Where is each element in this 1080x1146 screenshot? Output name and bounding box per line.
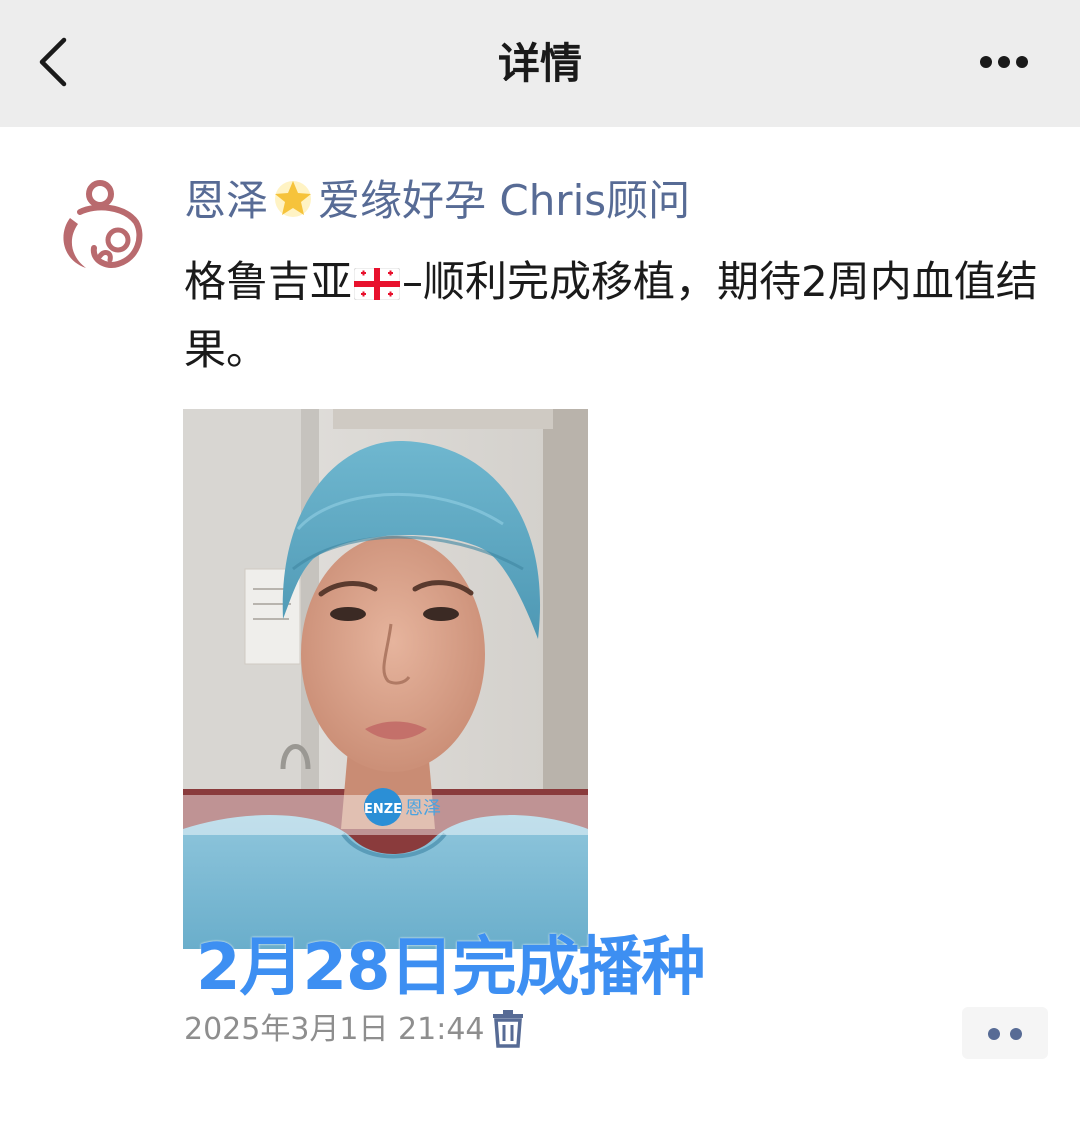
- watermark-logo-text: ENZE: [364, 802, 402, 817]
- mother-baby-logo-icon: [63, 180, 143, 268]
- post-photo[interactable]: ENZE 恩泽: [183, 409, 588, 949]
- post-timestamp: 2025年3月1日 21:44: [184, 1012, 485, 1047]
- dot-icon: [988, 1028, 1000, 1040]
- more-options-icon[interactable]: [964, 44, 1044, 80]
- author-avatar[interactable]: [40, 160, 160, 280]
- top-navbar: 详情: [0, 0, 1080, 127]
- post-text-part1: 格鲁吉亚: [184, 257, 353, 306]
- glowing-star-icon: [275, 181, 312, 217]
- author-name[interactable]: 恩泽 爱缘好孕 Chris顾问: [184, 172, 690, 230]
- author-name-part1: 恩泽: [184, 176, 269, 225]
- author-name-part2: 爱缘好孕 Chris顾问: [318, 176, 691, 225]
- image-caption: 2月28日完成播种: [196, 931, 706, 1005]
- trash-icon[interactable]: [490, 1010, 526, 1048]
- dot-icon: [1010, 1028, 1022, 1040]
- georgia-flag-icon: [354, 268, 401, 300]
- patient-photo-image: ENZE 恩泽: [183, 409, 588, 949]
- watermark-text: 恩泽: [405, 798, 441, 819]
- like-comment-button[interactable]: [962, 1007, 1048, 1059]
- page-title: 详情: [497, 39, 582, 88]
- post-text: 格鲁吉亚 –顺利完成移植，期待2周内血值结果。: [184, 248, 1054, 384]
